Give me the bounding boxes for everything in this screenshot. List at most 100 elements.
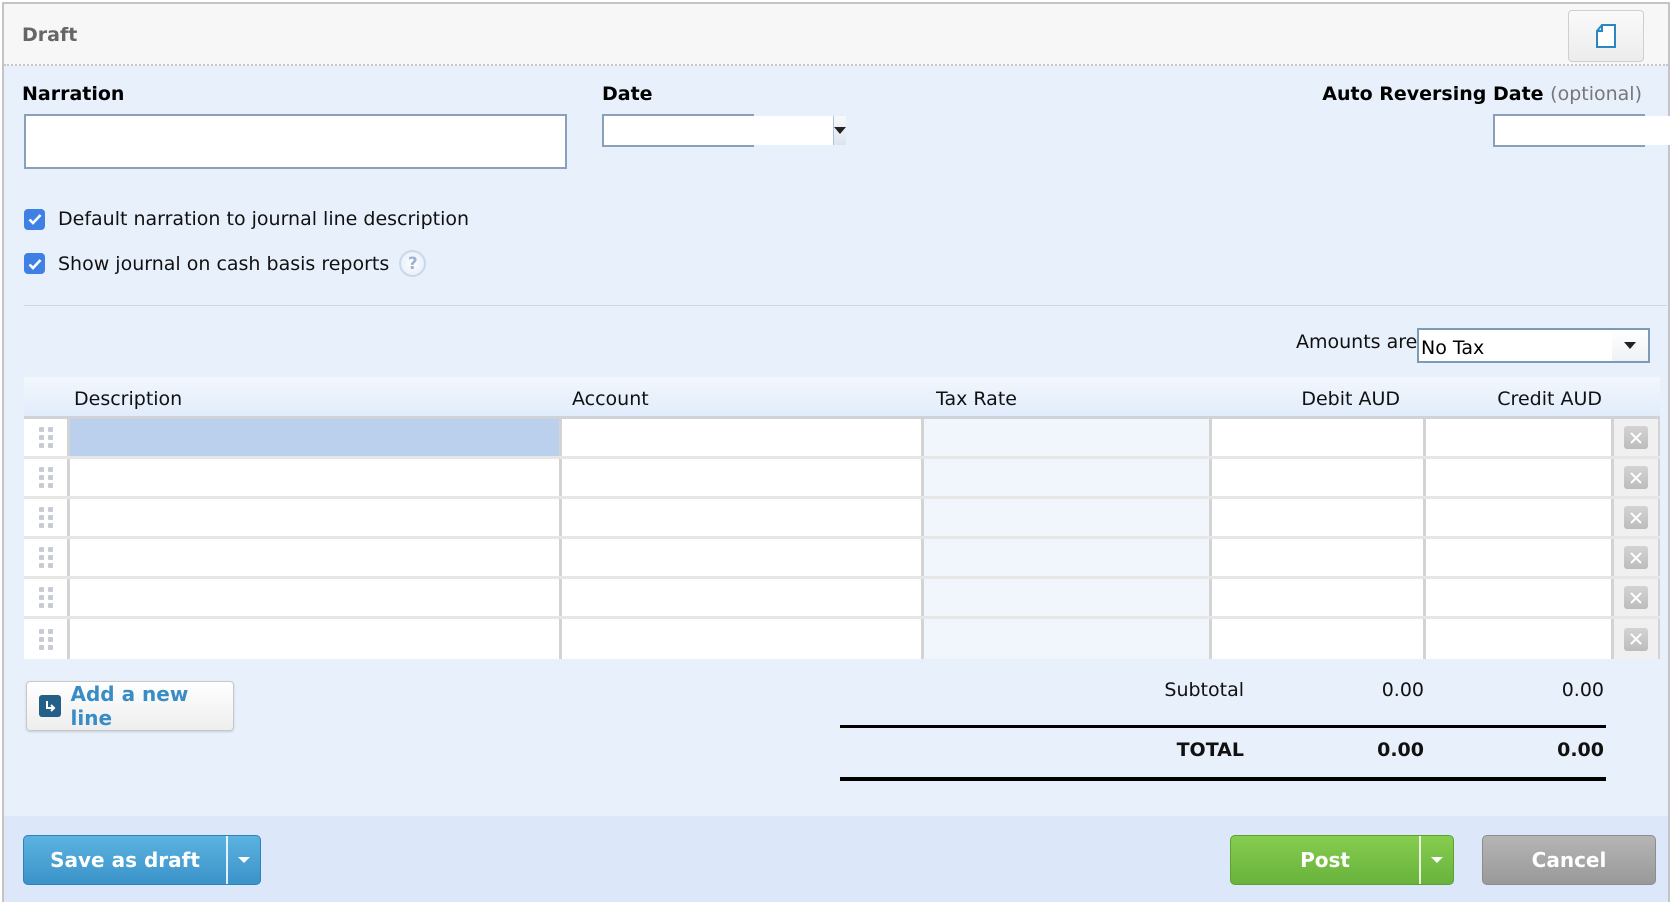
amounts-are-value: No Tax <box>1421 336 1485 359</box>
account-cell[interactable] <box>562 579 924 616</box>
delete-row-button[interactable] <box>1624 506 1648 529</box>
row-drag-handle[interactable] <box>24 419 70 456</box>
cash-basis-checkbox[interactable] <box>24 253 45 274</box>
drag-handle-icon <box>38 587 53 608</box>
account-cell[interactable] <box>562 499 924 536</box>
form-header: Draft <box>4 4 1668 66</box>
total-rule <box>840 777 1606 781</box>
table-row <box>24 459 1660 499</box>
close-icon <box>1630 551 1642 564</box>
account-cell[interactable] <box>562 459 924 496</box>
cash-basis-option: Show journal on cash basis reports ? <box>24 250 427 277</box>
account-cell[interactable] <box>562 619 924 659</box>
delete-row-button[interactable] <box>1624 586 1648 609</box>
cancel-label: Cancel <box>1531 848 1607 872</box>
column-header-tax-rate: Tax Rate <box>936 388 1017 410</box>
post-options-dropdown[interactable] <box>1419 836 1453 884</box>
chevron-down-icon <box>1624 342 1636 349</box>
debit-cell[interactable] <box>1212 579 1426 616</box>
add-new-line-button[interactable]: Add a new line <box>26 681 234 731</box>
credit-cell[interactable] <box>1426 619 1614 659</box>
description-cell[interactable] <box>70 459 562 496</box>
debit-cell[interactable] <box>1212 539 1426 576</box>
auto-reversing-label-text: Auto Reversing Date <box>1322 83 1544 105</box>
delete-cell <box>1614 459 1660 496</box>
tax-rate-cell[interactable] <box>924 459 1212 496</box>
default-narration-option: Default narration to journal line descri… <box>24 208 469 230</box>
credit-cell[interactable] <box>1426 499 1614 536</box>
debit-cell[interactable] <box>1212 499 1426 536</box>
column-header-account: Account <box>572 388 649 410</box>
debit-cell[interactable] <box>1212 459 1426 496</box>
form-footer: Save as draft Post Cancel <box>4 816 1668 902</box>
tax-rate-cell[interactable] <box>924 419 1212 456</box>
description-cell[interactable] <box>70 619 562 659</box>
save-as-draft-button: Save as draft <box>23 835 261 885</box>
description-cell[interactable] <box>70 539 562 576</box>
credit-cell[interactable] <box>1426 579 1614 616</box>
row-drag-handle[interactable] <box>24 619 70 659</box>
tax-rate-cell[interactable] <box>924 539 1212 576</box>
account-cell[interactable] <box>562 539 924 576</box>
delete-row-button[interactable] <box>1624 426 1648 449</box>
narration-label: Narration <box>22 83 125 105</box>
help-icon[interactable]: ? <box>399 250 427 277</box>
delete-row-button[interactable] <box>1624 546 1648 569</box>
new-line-icon <box>39 695 61 717</box>
table-row <box>24 539 1660 579</box>
save-as-draft-main[interactable]: Save as draft <box>24 848 226 872</box>
default-narration-checkbox[interactable] <box>24 208 45 230</box>
tax-rate-cell[interactable] <box>924 579 1212 616</box>
checkmark-icon <box>28 258 41 270</box>
drag-handle-icon <box>38 547 53 568</box>
credit-cell[interactable] <box>1426 539 1614 576</box>
tax-rate-cell[interactable] <box>924 499 1212 536</box>
date-label: Date <box>602 83 653 105</box>
amounts-are-dropdown-button[interactable] <box>1612 330 1648 361</box>
auto-reversing-date-input[interactable] <box>1495 116 1676 145</box>
save-options-dropdown[interactable] <box>226 836 260 884</box>
auto-reversing-date-picker <box>1493 114 1676 147</box>
delete-row-button[interactable] <box>1624 627 1648 651</box>
cancel-button[interactable]: Cancel <box>1482 835 1656 885</box>
row-drag-handle[interactable] <box>24 459 70 496</box>
chevron-down-icon <box>834 127 846 134</box>
column-header-description: Description <box>74 388 183 410</box>
row-drag-handle[interactable] <box>24 539 70 576</box>
drag-handle-icon <box>38 507 53 528</box>
delete-cell <box>1614 619 1660 659</box>
drag-handle-icon <box>38 628 53 650</box>
document-button[interactable] <box>1568 10 1644 62</box>
row-drag-handle[interactable] <box>24 499 70 536</box>
drag-handle-icon <box>38 467 53 488</box>
tax-rate-cell[interactable] <box>924 619 1212 659</box>
document-icon <box>1596 24 1616 48</box>
section-divider <box>24 305 1667 306</box>
close-icon <box>1630 431 1642 444</box>
chevron-down-icon <box>238 857 250 863</box>
amounts-are-select[interactable]: No Tax <box>1417 328 1650 363</box>
column-header-debit: Debit AUD <box>1301 388 1400 410</box>
column-header-credit: Credit AUD <box>1497 388 1602 410</box>
account-cell[interactable] <box>562 419 924 456</box>
delete-row-button[interactable] <box>1624 466 1648 489</box>
date-input[interactable] <box>604 116 833 145</box>
post-main[interactable]: Post <box>1231 848 1419 872</box>
optional-hint: (optional) <box>1550 83 1642 105</box>
debit-cell[interactable] <box>1212 619 1426 659</box>
debit-cell[interactable] <box>1212 419 1426 456</box>
table-row <box>24 419 1660 459</box>
row-drag-handle[interactable] <box>24 579 70 616</box>
close-icon <box>1630 591 1642 604</box>
credit-cell[interactable] <box>1426 419 1614 456</box>
narration-input[interactable] <box>24 114 567 169</box>
credit-cell[interactable] <box>1426 459 1614 496</box>
chevron-down-icon <box>1431 857 1443 863</box>
date-dropdown-button[interactable] <box>833 116 846 145</box>
description-cell[interactable] <box>70 419 562 456</box>
description-cell[interactable] <box>70 579 562 616</box>
add-new-line-label: Add a new line <box>70 682 189 730</box>
delete-cell <box>1614 579 1660 616</box>
description-cell[interactable] <box>70 499 562 536</box>
table-header: Description Account Tax Rate Debit AUD C… <box>24 377 1660 419</box>
